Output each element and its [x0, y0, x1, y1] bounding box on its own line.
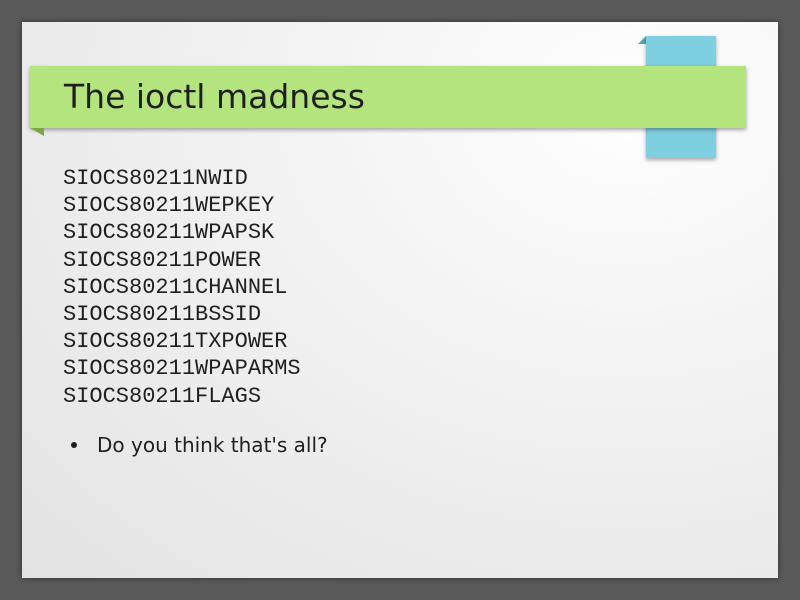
ioctl-name: SIOCS80211POWER [63, 247, 262, 273]
bullet-list: Do you think that's all? [67, 431, 328, 459]
bullet-dot-icon [71, 442, 77, 448]
ioctl-name: SIOCS80211CHANNEL [63, 274, 288, 300]
ioctl-name: SIOCS80211WPAPARMS [63, 356, 301, 382]
accent-fold-shadow [638, 36, 646, 44]
slide-title: The ioctl madness [64, 77, 365, 116]
ioctl-name: SIOCS80211BSSID [63, 302, 262, 328]
slide: The ioctl madness SIOCS80211NWID SIOCS80… [22, 22, 778, 578]
bullet-item: Do you think that's all? [67, 431, 328, 459]
ioctl-name: SIOCS80211TXPOWER [63, 329, 288, 355]
ioctl-name: SIOCS80211WEPKEY [63, 193, 275, 219]
title-bar-fold [30, 128, 44, 136]
bullet-text: Do you think that's all? [97, 433, 328, 457]
ioctl-name: SIOCS80211WPAPSK [63, 220, 275, 246]
ioctl-name: SIOCS80211NWID [63, 166, 248, 191]
ioctl-list: SIOCS80211NWID SIOCS80211WEPKEY SIOCS802… [63, 165, 301, 410]
ioctl-name: SIOCS80211FLAGS [63, 383, 262, 409]
